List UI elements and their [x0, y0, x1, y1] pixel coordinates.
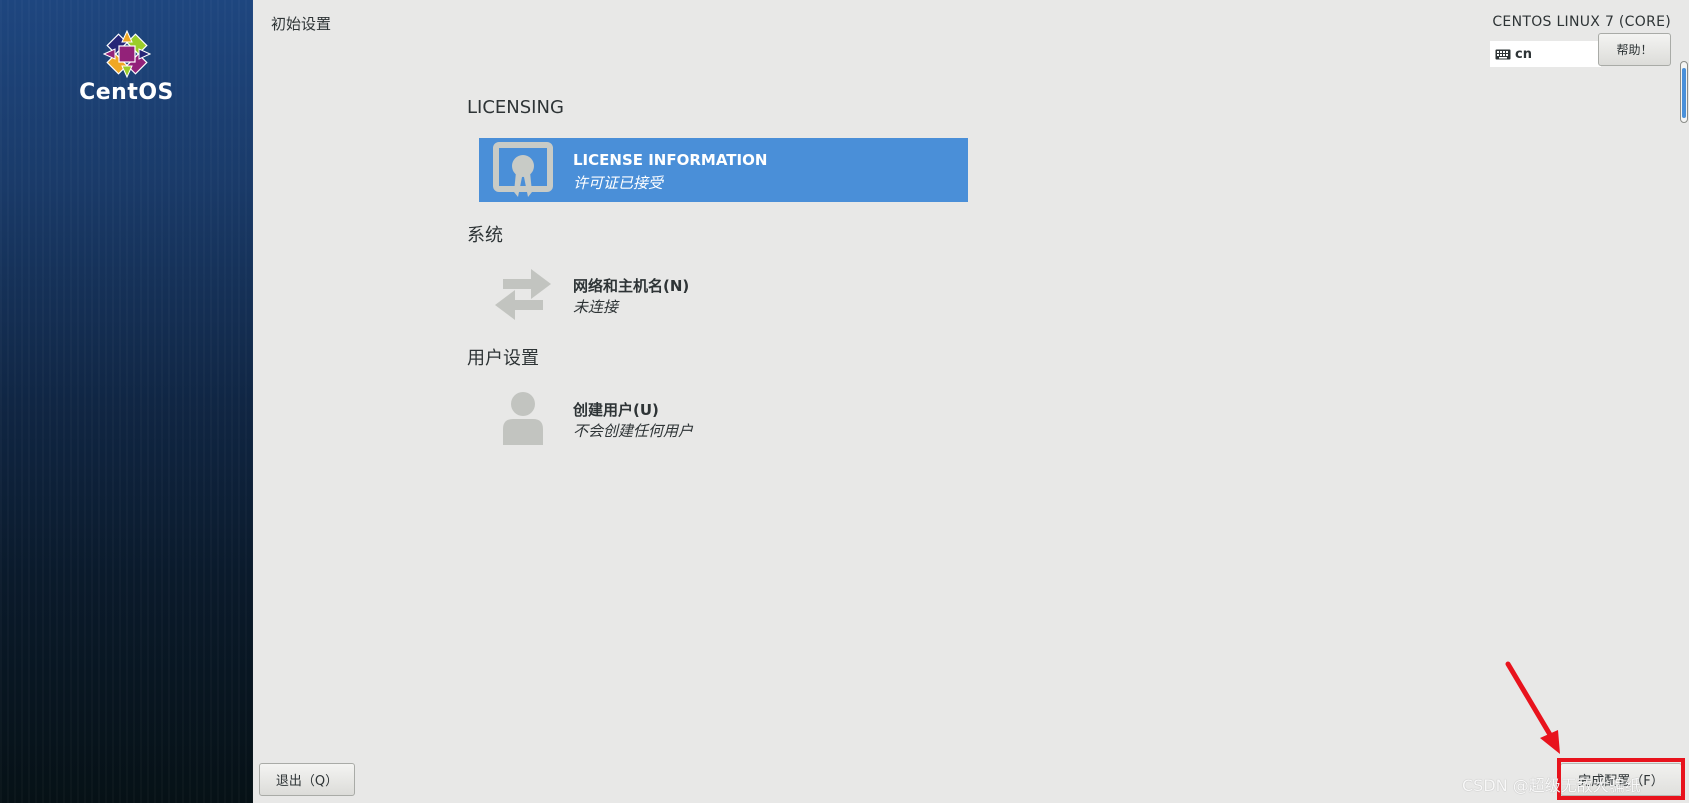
scrollbar-thumb[interactable] [1682, 68, 1686, 118]
spoke-title: 创建用户(U) [573, 401, 659, 419]
spoke-create-user[interactable]: 创建用户(U) 不会创建任何用户 [479, 386, 968, 450]
spoke-status: 许可证已接受 [573, 174, 664, 192]
license-certificate-icon [491, 142, 555, 198]
spoke-title: 网络和主机名(N) [573, 277, 690, 295]
sidebar: CentOS [0, 0, 253, 803]
help-button[interactable]: 帮助！ [1598, 33, 1671, 66]
spoke-status: 未连接 [573, 298, 619, 316]
keyboard-icon [1495, 49, 1511, 60]
keyboard-layout-label: cn [1515, 46, 1532, 62]
section-heading-system: 系统 [467, 225, 503, 246]
centos-logo-icon [102, 30, 151, 78]
keyboard-layout-indicator[interactable]: cn [1490, 41, 1601, 67]
network-arrows-icon [491, 266, 555, 322]
logo-text: CentOS [79, 80, 174, 105]
spoke-title: LICENSE INFORMATION [573, 151, 768, 169]
spoke-network-hostname[interactable]: 网络和主机名(N) 未连接 [479, 262, 968, 326]
quit-button[interactable]: 退出（Q） [259, 763, 355, 796]
user-icon [491, 390, 555, 446]
initial-setup-window: CentOS 初始设置 CENTOS LINUX 7 (CORE) cn 帮助！… [0, 0, 1689, 803]
red-arrow-annotation [1505, 661, 1560, 754]
centos-logo: CentOS [0, 30, 253, 105]
spoke-status: 不会创建任何用户 [573, 422, 694, 440]
page-title: 初始设置 [271, 15, 332, 33]
finish-configuration-button[interactable]: 完成配置（F） [1560, 763, 1682, 796]
product-name: CENTOS LINUX 7 (CORE) [1492, 14, 1671, 30]
section-heading-user-settings: 用户设置 [467, 348, 539, 369]
spoke-license-information[interactable]: LICENSE INFORMATION 许可证已接受 [479, 138, 968, 202]
scrollbar[interactable] [1680, 61, 1688, 123]
section-heading-licensing: LICENSING [467, 97, 564, 118]
